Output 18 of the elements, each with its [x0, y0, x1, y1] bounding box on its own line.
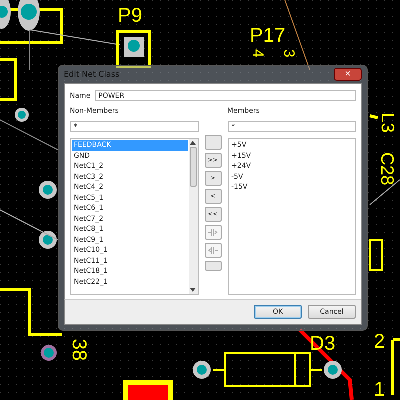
blank-button[interactable] — [204, 261, 222, 271]
move-icon — [208, 228, 218, 237]
silkscreen-label: 38 — [69, 338, 90, 362]
blank-button[interactable] — [204, 135, 222, 150]
silkscreen-label: P9 — [118, 6, 142, 26]
move-icon — [208, 246, 218, 255]
scrollbar[interactable] — [188, 139, 198, 294]
window-title: Edit Net Class — [64, 70, 120, 79]
close-button[interactable]: × — [334, 68, 362, 81]
silkscreen-label: P17 — [250, 26, 286, 46]
silkscreen-label: 1 — [374, 380, 386, 400]
silkscreen-label: 2 — [374, 332, 386, 352]
scroll-up-icon[interactable] — [190, 141, 196, 145]
silkscreen-label: L3 — [379, 112, 398, 134]
scroll-down-icon[interactable] — [190, 288, 196, 292]
silkscreen-label: C28 — [378, 152, 397, 186]
silkscreen-label: 3 — [282, 49, 297, 58]
silkscreen-label: 4 — [250, 49, 266, 58]
